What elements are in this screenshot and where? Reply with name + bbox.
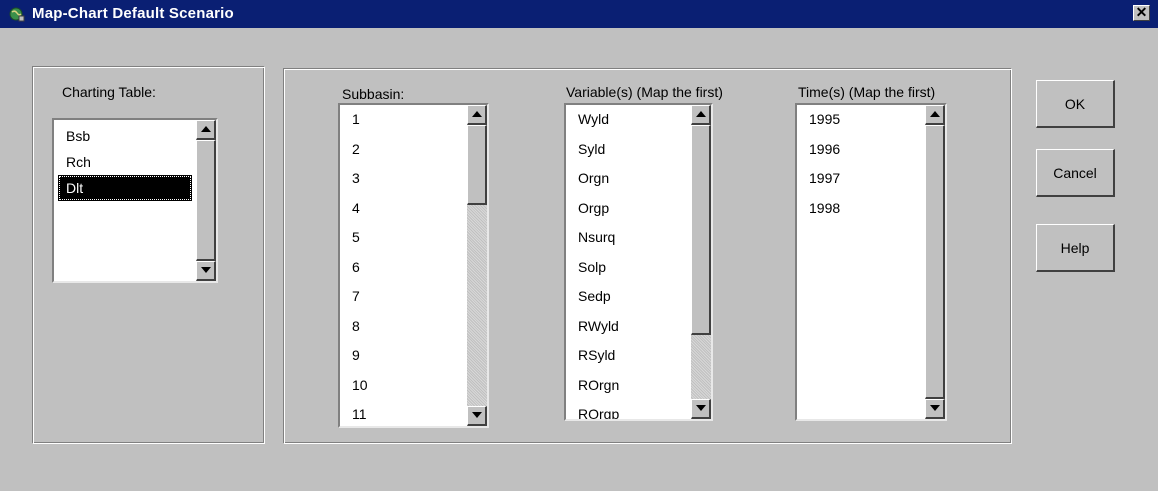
list-item[interactable]: 1998	[797, 194, 925, 224]
subbasin-scrollbar[interactable]	[467, 105, 487, 426]
list-item[interactable]: ROrgn	[566, 371, 691, 401]
scroll-down-button[interactable]	[467, 406, 487, 426]
list-item[interactable]: Wyld	[566, 105, 691, 135]
help-button-label: Help	[1060, 239, 1090, 256]
charting-table-label: Charting Table:	[62, 84, 156, 100]
list-item[interactable]: 1995	[797, 105, 925, 135]
globe-icon	[9, 7, 25, 22]
list-item[interactable]: RWyld	[566, 312, 691, 342]
arrow-down-icon	[472, 412, 482, 418]
charting-table-items: Bsb Rch Dlt	[54, 120, 196, 281]
subbasin-listbox[interactable]: 1 2 3 4 5 6 7 8 9 10 11	[338, 103, 489, 428]
scroll-thumb[interactable]	[925, 125, 945, 399]
list-item-rch[interactable]: Rch	[54, 149, 196, 175]
scroll-up-button[interactable]	[925, 105, 945, 125]
arrow-down-icon	[930, 405, 940, 411]
charting-table-listbox[interactable]: Bsb Rch Dlt	[52, 118, 218, 283]
list-item[interactable]: 10	[340, 371, 467, 401]
scroll-thumb[interactable]	[691, 125, 711, 335]
title-bar[interactable]: Map-Chart Default Scenario ✕	[0, 0, 1158, 28]
scroll-down-button[interactable]	[925, 399, 945, 419]
close-icon: ✕	[1135, 4, 1148, 20]
arrow-down-icon	[696, 405, 706, 411]
list-item[interactable]: 1	[340, 105, 467, 135]
list-item[interactable]: ROrgp	[566, 400, 691, 419]
scroll-up-button[interactable]	[691, 105, 711, 125]
list-item[interactable]: 5	[340, 223, 467, 253]
list-item[interactable]: Solp	[566, 253, 691, 283]
times-scrollbar[interactable]	[925, 105, 945, 419]
list-item[interactable]: RSyld	[566, 341, 691, 371]
list-item[interactable]: 4	[340, 194, 467, 224]
charting-table-scrollbar[interactable]	[196, 120, 216, 281]
list-item[interactable]: 8	[340, 312, 467, 342]
scroll-thumb[interactable]	[196, 140, 216, 261]
cancel-button[interactable]: Cancel	[1036, 149, 1115, 197]
subbasin-items: 1 2 3 4 5 6 7 8 9 10 11	[340, 105, 467, 426]
ok-button-label: OK	[1064, 95, 1086, 112]
arrow-up-icon	[472, 111, 482, 117]
list-item[interactable]: 2	[340, 135, 467, 165]
dialog-bottom-area	[0, 462, 1158, 491]
window-title: Map-Chart Default Scenario	[32, 5, 234, 22]
dialog-window: Map-Chart Default Scenario ✕ Charting Ta…	[0, 0, 1158, 491]
list-item[interactable]: Orgn	[566, 164, 691, 194]
list-item[interactable]: 6	[340, 253, 467, 283]
scroll-down-button[interactable]	[691, 399, 711, 419]
list-item[interactable]: 1997	[797, 164, 925, 194]
arrow-up-icon	[696, 111, 706, 117]
arrow-up-icon	[201, 126, 211, 132]
list-item[interactable]: 7	[340, 282, 467, 312]
variables-scrollbar[interactable]	[691, 105, 711, 419]
list-item[interactable]: Nsurq	[566, 223, 691, 253]
scroll-up-button[interactable]	[467, 105, 487, 125]
close-button[interactable]: ✕	[1133, 5, 1150, 21]
help-button[interactable]: Help	[1036, 224, 1115, 272]
cancel-button-label: Cancel	[1053, 164, 1097, 181]
times-label: Time(s) (Map the first)	[798, 84, 936, 100]
ok-button[interactable]: OK	[1036, 80, 1115, 128]
list-item[interactable]: Orgp	[566, 194, 691, 224]
scroll-up-button[interactable]	[196, 120, 216, 140]
list-item[interactable]: 9	[340, 341, 467, 371]
list-item[interactable]: 3	[340, 164, 467, 194]
scroll-thumb[interactable]	[467, 125, 487, 205]
list-item[interactable]: Syld	[566, 135, 691, 165]
scroll-down-button[interactable]	[196, 261, 216, 281]
list-item[interactable]: 11	[340, 400, 467, 426]
list-item-bsb[interactable]: Bsb	[54, 123, 196, 149]
list-item[interactable]: Sedp	[566, 282, 691, 312]
arrow-down-icon	[201, 267, 211, 273]
arrow-up-icon	[930, 111, 940, 117]
variables-items: Wyld Syld Orgn Orgp Nsurq Solp Sedp RWyl…	[566, 105, 691, 419]
times-items: 1995 1996 1997 1998	[797, 105, 925, 419]
list-item[interactable]: 1996	[797, 135, 925, 165]
variables-listbox[interactable]: Wyld Syld Orgn Orgp Nsurq Solp Sedp RWyl…	[564, 103, 713, 421]
times-listbox[interactable]: 1995 1996 1997 1998	[795, 103, 947, 421]
variables-label: Variable(s) (Map the first)	[566, 84, 723, 100]
subbasin-label: Subbasin:	[342, 86, 405, 102]
list-item-dlt-selected[interactable]: Dlt	[58, 175, 192, 201]
